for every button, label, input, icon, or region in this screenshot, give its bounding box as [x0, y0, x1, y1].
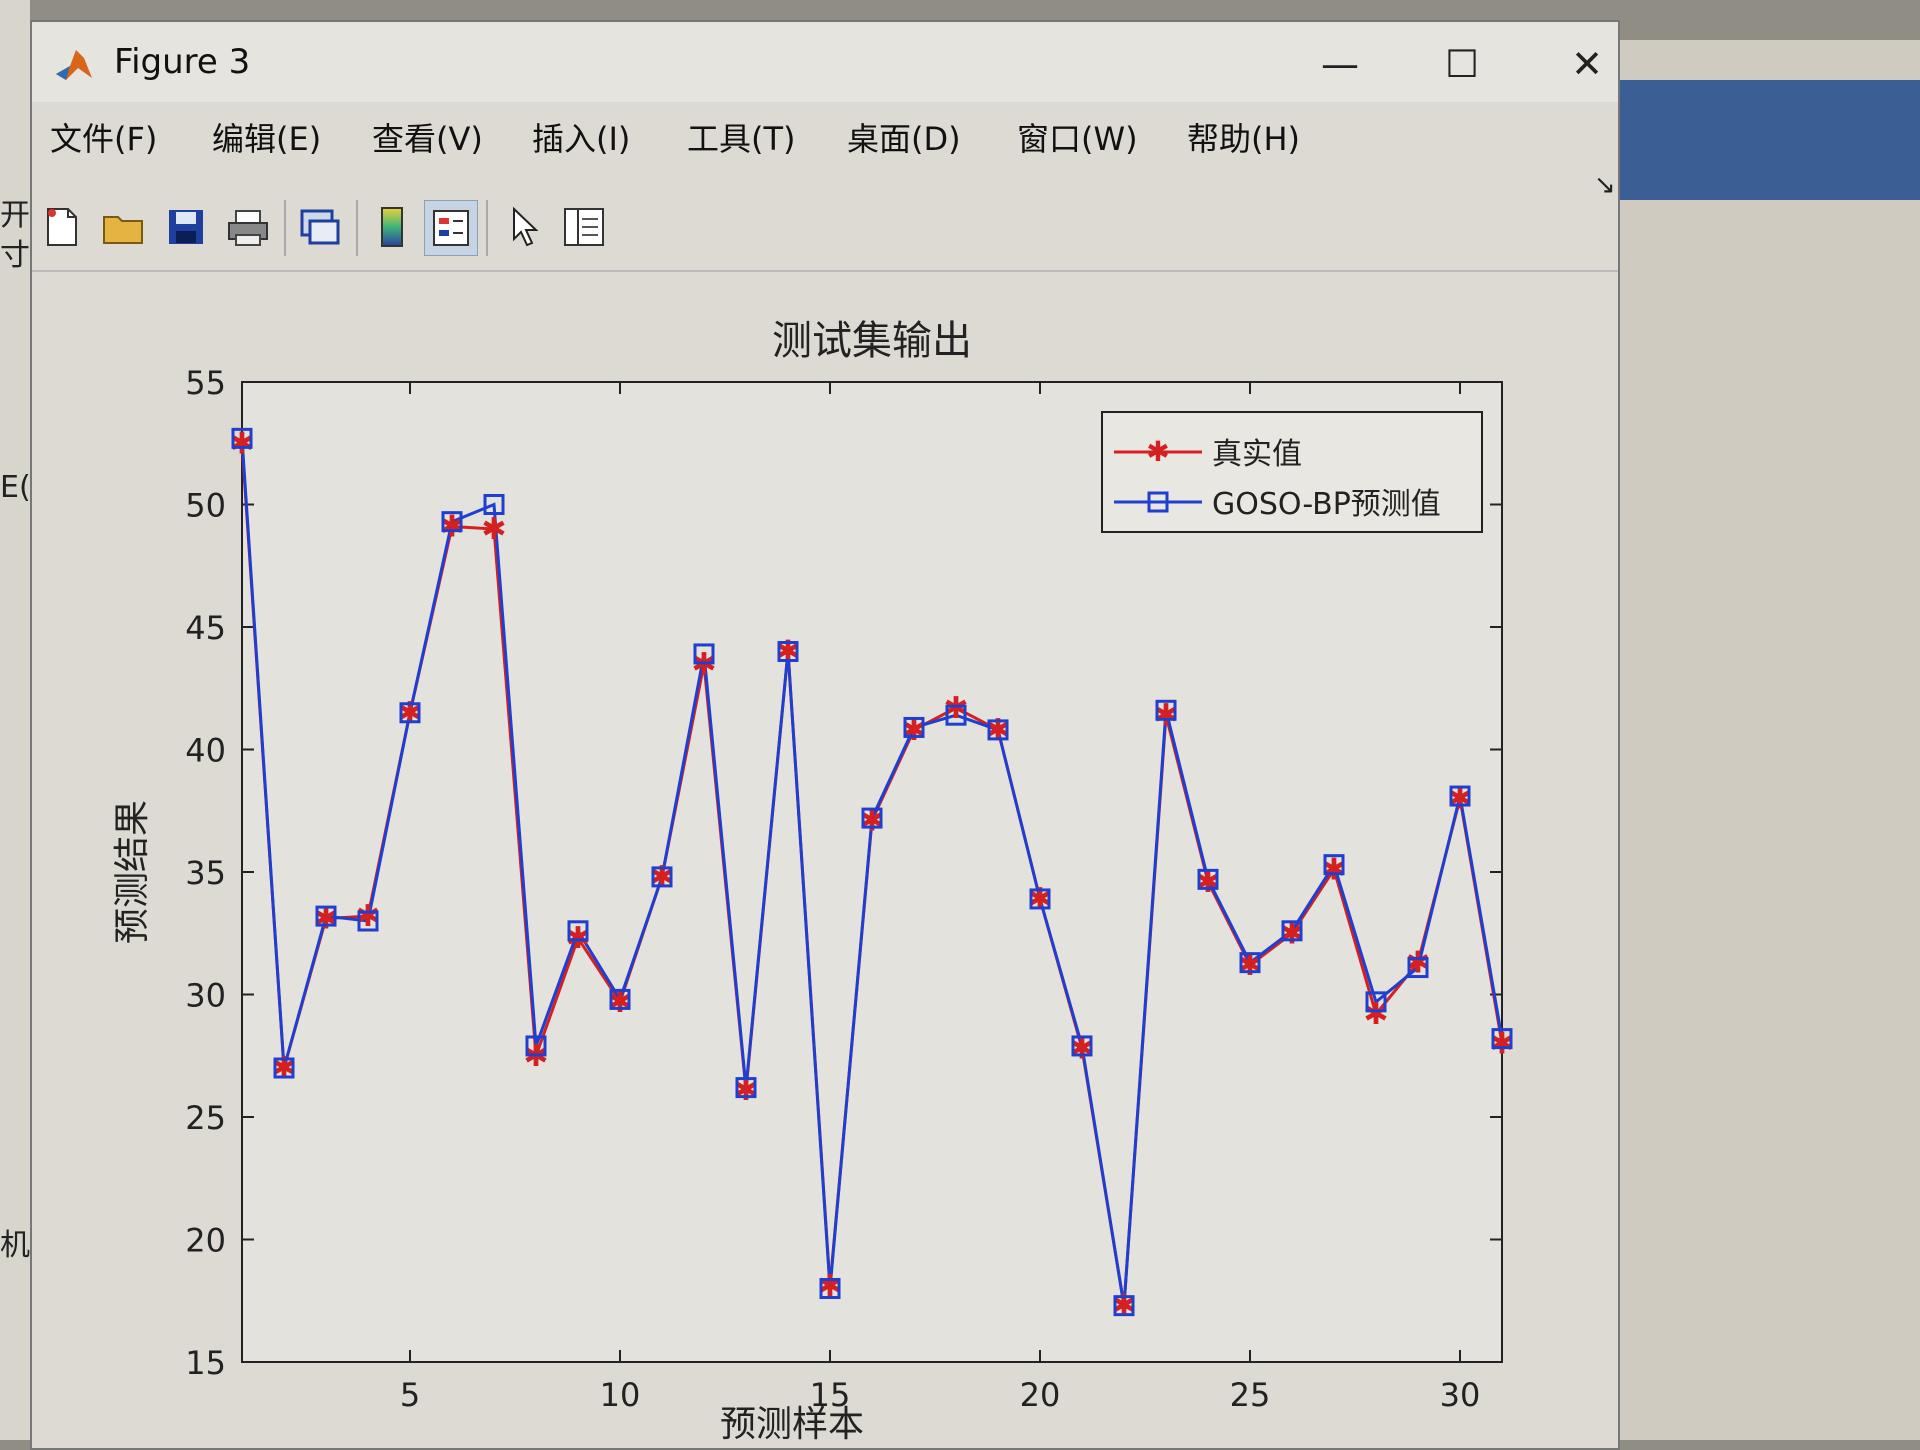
- menu-view[interactable]: 查看(V): [372, 114, 483, 160]
- y-tick-label: 20: [185, 1222, 226, 1260]
- open-file-icon[interactable]: [98, 200, 150, 254]
- background-window-header: [1580, 80, 1920, 200]
- menu-file[interactable]: 文件(F): [50, 114, 157, 160]
- matlab-icon: [56, 50, 92, 80]
- property-inspector-icon[interactable]: [558, 200, 610, 254]
- desktop-fragment: 寸: [0, 238, 30, 273]
- toolbar: [32, 190, 1618, 272]
- menu-insert[interactable]: 插入(I): [532, 114, 630, 160]
- x-axis-label: 预测样本: [720, 1404, 864, 1445]
- y-tick-label: 25: [185, 1099, 226, 1137]
- desktop-fragment: 机: [0, 1228, 30, 1263]
- background-window: [1580, 40, 1920, 1440]
- maximize-button[interactable]: ☐: [1432, 36, 1492, 92]
- true-point: ✱: [481, 512, 506, 547]
- x-tick-label: 10: [600, 1376, 641, 1414]
- figure-plot-area: 1520253035404550555 10 15 20 25 30 测试集输出 预测样本…: [112, 318, 1515, 1445]
- menu-edit[interactable]: 编辑(E): [212, 114, 321, 160]
- y-tick-label: 40: [185, 732, 226, 770]
- menu-desktop[interactable]: 桌面(D): [847, 114, 961, 160]
- pointer-icon[interactable]: [498, 200, 550, 254]
- close-button[interactable]: ✕: [1557, 36, 1617, 92]
- link-plot-icon[interactable]: [294, 200, 346, 254]
- colorbar-icon[interactable]: [366, 200, 418, 254]
- toolbar-separator: [486, 200, 488, 256]
- window-title: Figure 3: [114, 42, 251, 82]
- menu-help[interactable]: 帮助(H): [1187, 114, 1300, 160]
- x-tick-label: 30: [1440, 1376, 1481, 1414]
- y-tick-label: 15: [185, 1344, 226, 1382]
- toolbar-separator: [356, 200, 358, 256]
- legend[interactable]: ✱ 真实值 GOSO-BP预测值: [1101, 411, 1483, 533]
- desktop-left-strip: 开 寸 E( 机: [0, 0, 31, 1440]
- y-tick-label: 50: [185, 487, 226, 525]
- chart-title: 测试集输出: [772, 318, 972, 364]
- y-tick-label: 35: [185, 854, 226, 892]
- legend-true-label: 真实值: [1212, 437, 1302, 472]
- toolbar-separator: [284, 200, 286, 256]
- y-tick-label: 55: [185, 364, 226, 402]
- menu-bar: 文件(F) 编辑(E) 查看(V) 插入(I) 工具(T) 桌面(D) 窗口(W…: [32, 114, 1618, 174]
- x-tick-label: 5: [400, 1376, 420, 1414]
- x-tick-label: 20: [1020, 1376, 1061, 1414]
- y-tick-label: 45: [185, 609, 226, 647]
- new-figure-icon[interactable]: [36, 200, 88, 254]
- title-bar: Figure 3 — ☐ ✕: [32, 22, 1618, 102]
- menu-window[interactable]: 窗口(W): [1017, 114, 1138, 160]
- y-axis-label: 预测结果: [112, 800, 153, 944]
- desktop-fragment: 开: [0, 198, 30, 233]
- minimize-button[interactable]: —: [1310, 36, 1370, 92]
- save-icon[interactable]: [160, 200, 212, 254]
- legend-true-marker: ✱: [1146, 435, 1169, 468]
- desktop-fragment: E(: [0, 470, 31, 505]
- legend-icon[interactable]: [424, 200, 478, 256]
- menu-tools[interactable]: 工具(T): [687, 114, 796, 160]
- print-icon[interactable]: [222, 200, 274, 254]
- x-tick-label: 25: [1230, 1376, 1271, 1414]
- figure-window: Figure 3 — ☐ ✕ 文件(F) 编辑(E) 查看(V) 插入(I) 工…: [30, 20, 1620, 1450]
- legend-pred-label: GOSO-BP预测值: [1212, 487, 1441, 522]
- y-tick-label: 30: [185, 977, 226, 1015]
